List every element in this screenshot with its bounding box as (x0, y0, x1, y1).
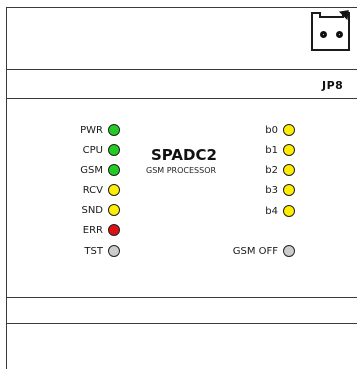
led-label: GSM OFF (232, 245, 278, 257)
led-light-icon (108, 204, 120, 216)
led-light-icon (108, 245, 120, 257)
connector-pin-icon (320, 31, 327, 38)
led-light-icon (283, 245, 295, 257)
led-indicator-snd: SND (40, 203, 120, 217)
led-label: SND (81, 204, 103, 216)
divider-line (6, 323, 357, 324)
led-label: ERR (82, 224, 103, 236)
led-light-icon (108, 164, 120, 176)
connector-pin-icon (336, 31, 343, 38)
led-indicator-pwr: PWR (40, 123, 120, 137)
led-indicator-b4: b4 (265, 204, 295, 218)
led-indicator-err: ERR (40, 223, 120, 237)
led-light-icon (108, 224, 120, 236)
led-indicator-tst: TST (40, 244, 120, 258)
led-light-icon (108, 144, 120, 156)
led-label: b3 (265, 184, 278, 196)
led-indicator-b0: b0 (265, 123, 295, 137)
divider-line (6, 98, 357, 99)
led-light-icon (108, 184, 120, 196)
led-light-icon (108, 124, 120, 136)
led-indicator-b2: b2 (265, 163, 295, 177)
led-indicator-b3: b3 (265, 183, 295, 197)
board-title: SPADC2 (151, 146, 217, 164)
divider-line (6, 69, 357, 70)
led-light-icon (283, 205, 295, 217)
led-label: RCV (82, 184, 103, 196)
board-subtitle: GSM PROCESSOR (146, 166, 217, 175)
led-label: GSM (80, 164, 103, 176)
led-label: b2 (265, 164, 278, 176)
led-label: TST (84, 245, 103, 257)
led-label: b4 (265, 205, 278, 217)
led-light-icon (283, 164, 295, 176)
led-light-icon (283, 184, 295, 196)
led-indicator-cpu: CPU (40, 143, 120, 157)
jp8-connector-icon (311, 5, 354, 51)
connector-label: JP8 (322, 79, 344, 92)
led-indicator-gsm: GSM (40, 163, 120, 177)
led-indicator-gsm-off: GSM OFF (233, 244, 295, 258)
led-light-icon (283, 144, 295, 156)
led-label: PWR (80, 124, 103, 136)
led-label: b0 (265, 124, 278, 136)
led-label: b1 (265, 144, 278, 156)
divider-line (6, 297, 357, 298)
led-indicator-b1: b1 (265, 143, 295, 157)
led-indicator-rcv: RCV (40, 183, 120, 197)
led-label: CPU (82, 144, 103, 156)
led-light-icon (283, 124, 295, 136)
